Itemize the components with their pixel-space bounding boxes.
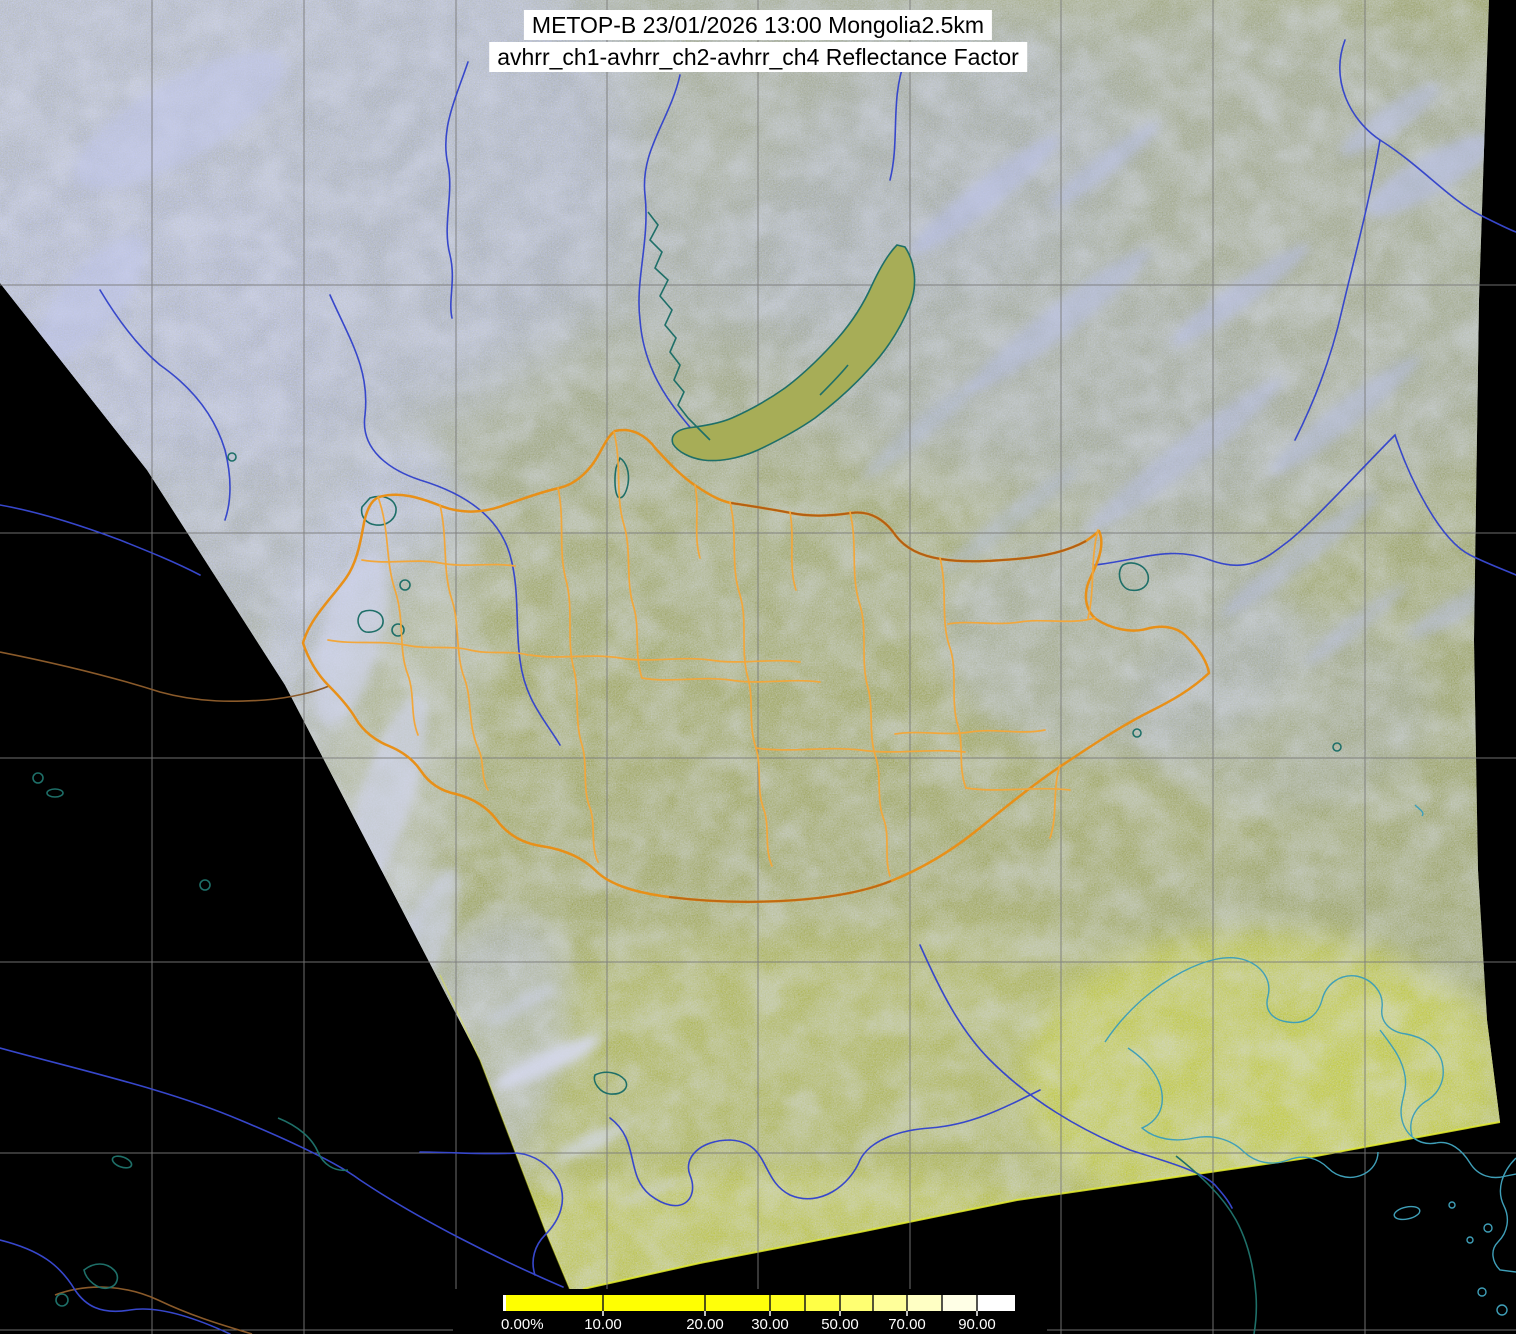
colorbar-label: 20.00 — [686, 1316, 724, 1333]
colorbar-segment — [705, 1295, 770, 1311]
colorbar-zero-notch — [503, 1295, 506, 1311]
colorbar-label: 70.00 — [888, 1316, 926, 1333]
colorbar-label: 0.00% — [501, 1316, 544, 1333]
colorbar-segment — [603, 1295, 705, 1311]
satellite-image-canvas: 0.00% 10.00 20.00 30.00 50.00 70.00 90.0… — [0, 0, 1516, 1334]
product-title-line1: METOP-B 23/01/2026 13:00 Mongolia2.5km — [523, 10, 993, 40]
colorbar-segment — [770, 1295, 805, 1311]
colorbar-segment — [873, 1295, 907, 1311]
colorbar-segment — [907, 1295, 942, 1311]
product-title-line2: avhrr_ch1-avhrr_ch2-avhrr_ch4 Reflectanc… — [489, 42, 1027, 72]
colorbar-segment — [942, 1295, 977, 1311]
colorbar-segment — [805, 1295, 840, 1311]
colorbar-segments — [503, 1295, 1015, 1311]
colorbar-label: 10.00 — [584, 1316, 622, 1333]
colorbar-label: 50.00 — [821, 1316, 859, 1333]
colorbar-segment — [977, 1295, 1015, 1311]
satellite-product-view: 0.00% 10.00 20.00 30.00 50.00 70.00 90.0… — [0, 0, 1516, 1334]
colorbar: 0.00% 10.00 20.00 30.00 50.00 70.00 90.0… — [453, 1289, 1047, 1334]
colorbar-segment — [840, 1295, 873, 1311]
colorbar-label: 90.00 — [958, 1316, 996, 1333]
colorbar-label: 30.00 — [751, 1316, 789, 1333]
colorbar-segment — [503, 1295, 603, 1311]
